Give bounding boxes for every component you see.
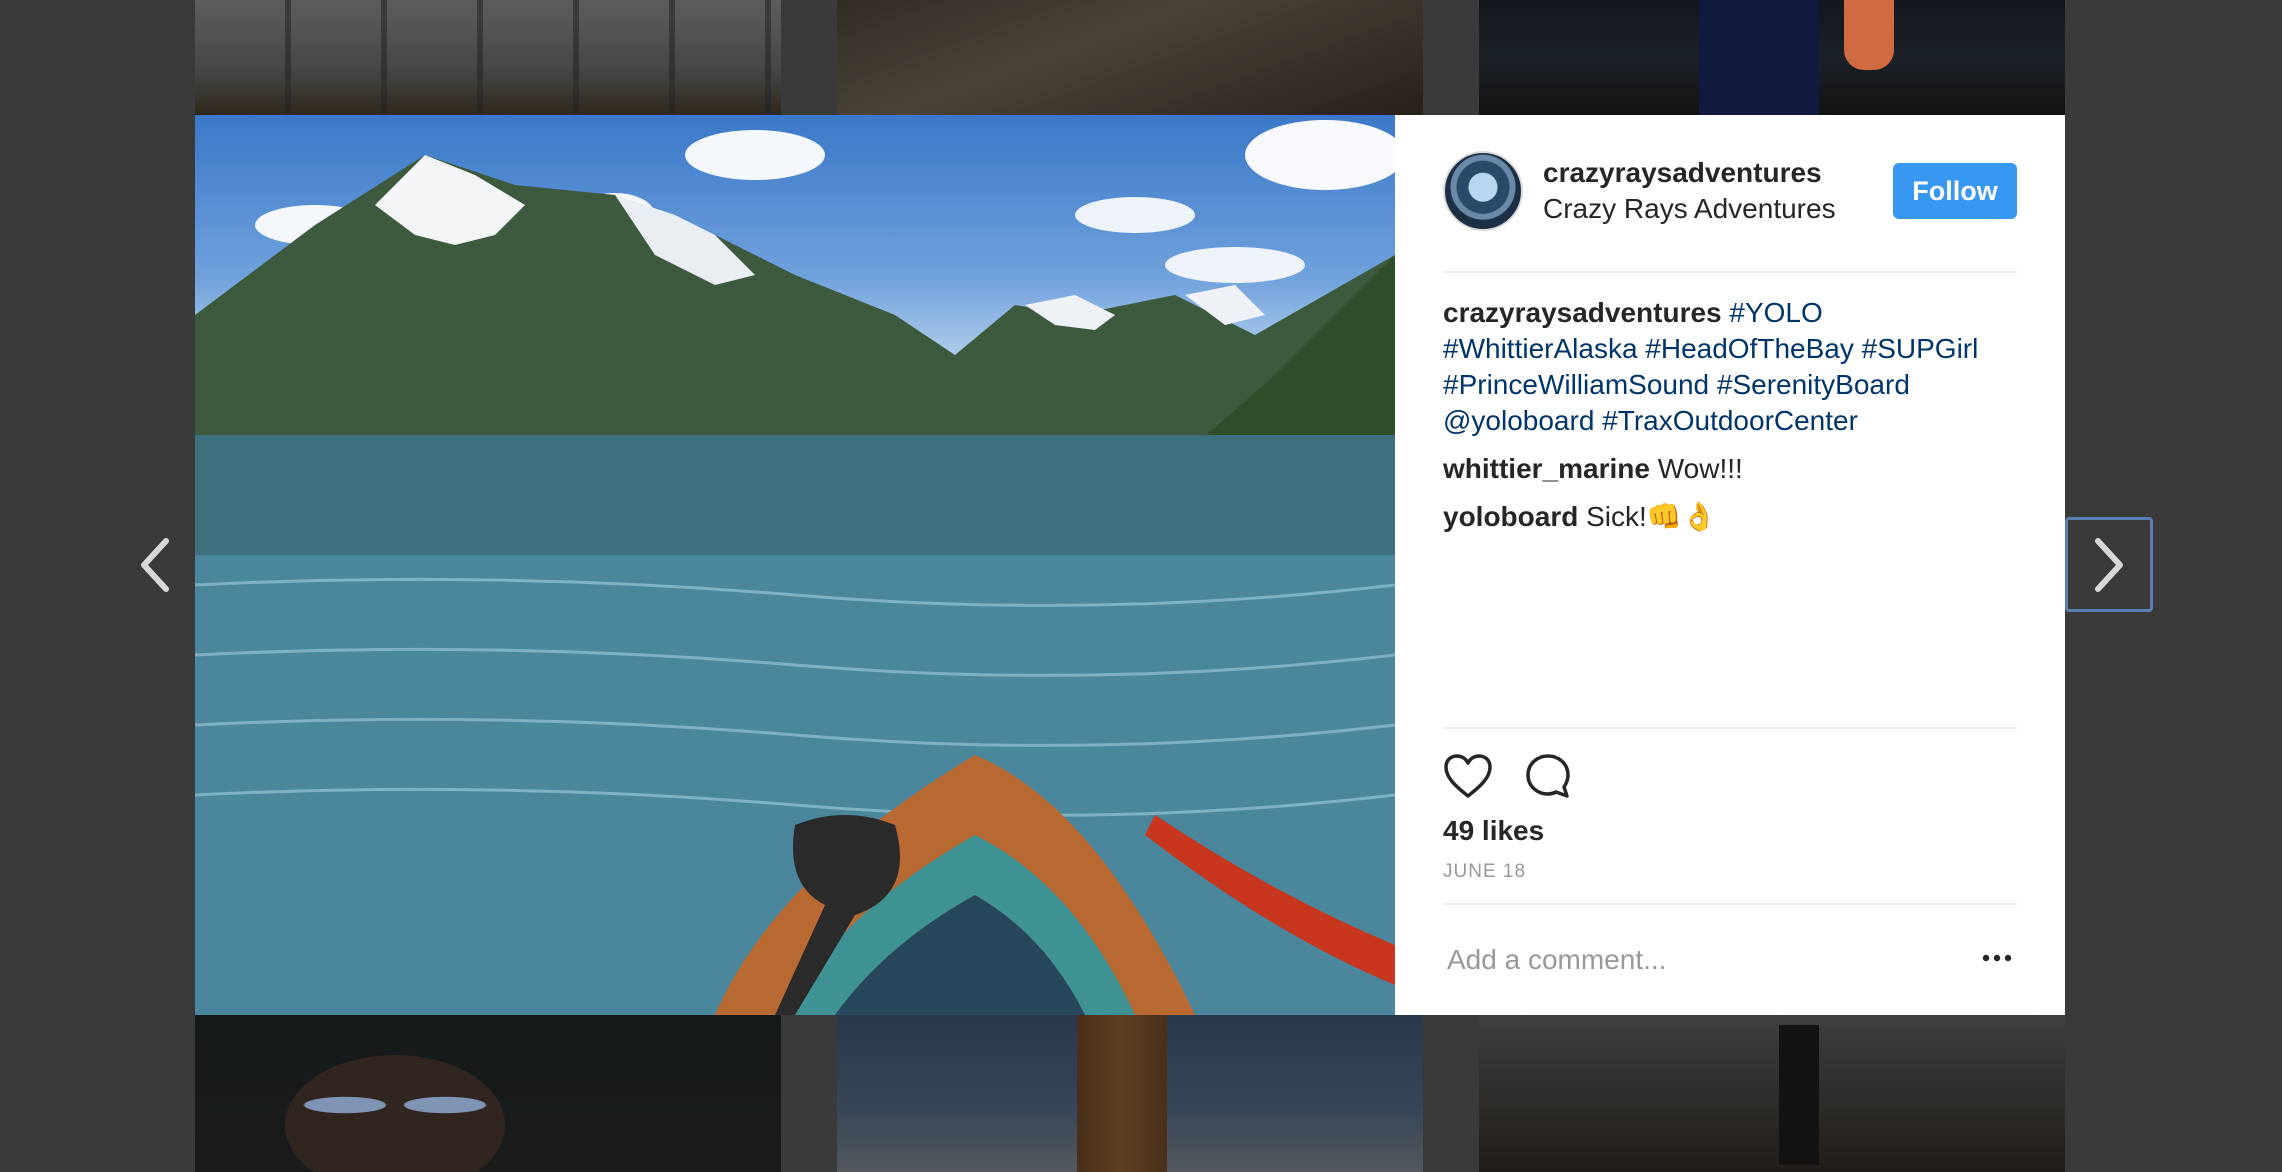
post-username[interactable]: crazyraysadventures [1543,157,1822,189]
comment-composer [1443,903,2017,1017]
hashtag-link[interactable]: #TraxOutdoorCenter [1602,405,1858,436]
post-full-name: Crazy Rays Adventures [1543,193,1836,224]
previous-post-button[interactable] [130,530,180,600]
add-comment-input[interactable] [1443,931,1969,989]
hashtag-link[interactable]: #PrinceWilliamSound [1443,369,1709,400]
comment-button[interactable] [1523,751,1573,801]
comment-text: Sick!👊👌 [1586,501,1717,532]
post-modal: crazyraysadventures Crazy Rays Adventure… [195,115,2065,1015]
comment-username[interactable]: whittier_marine [1443,453,1650,484]
post-actions: 49 likes JUNE 18 [1443,727,2017,883]
post-sidebar: crazyraysadventures Crazy Rays Adventure… [1395,115,2065,1015]
background-thumbnail [195,1015,781,1172]
mention-link[interactable]: @yoloboard [1443,405,1594,436]
comment-list: crazyraysadventures #YOLO #WhittierAlask… [1443,295,2017,547]
hashtag-link[interactable]: #HeadOfTheBay [1645,333,1854,364]
background-thumbnail [1479,1015,2065,1172]
post-photo [195,115,1395,1015]
action-icons [1443,729,2017,801]
hashtag-link[interactable]: #WhittierAlaska [1443,333,1638,364]
avatar[interactable] [1443,151,1523,231]
like-button[interactable] [1443,751,1493,801]
more-options-icon [1982,954,2012,962]
comment-item: whittier_marine Wow!!! [1443,451,2017,487]
post-date[interactable]: JUNE 18 [1443,861,2017,883]
hashtag-link[interactable]: #SUPGirl [1862,333,1979,364]
hashtag-link[interactable]: #YOLO [1729,297,1822,328]
more-options-button[interactable] [1977,943,2017,973]
photo-illustration [195,120,1395,1015]
post-header: crazyraysadventures Crazy Rays Adventure… [1443,151,2017,273]
next-post-button[interactable] [2065,517,2153,612]
comment-text: Wow!!! [1657,453,1743,484]
hashtag-link[interactable]: #SerenityBoard [1717,369,1910,400]
chevron-left-icon [141,538,169,592]
comment-username[interactable]: yoloboard [1443,501,1578,532]
chevron-right-icon [2095,537,2123,592]
comment-icon [1526,754,1570,798]
background-thumbnail [837,1015,1423,1172]
follow-button[interactable]: Follow [1893,163,2017,219]
heart-icon [1444,754,1492,798]
caption: crazyraysadventures #YOLO #WhittierAlask… [1443,295,2017,439]
comment-username[interactable]: crazyraysadventures [1443,297,1722,328]
comment-item: yoloboard Sick!👊👌 [1443,499,2017,535]
background-thumbnail [837,0,1423,115]
background-thumbnail [1479,0,2065,115]
like-count[interactable]: 49 likes [1443,815,2017,847]
background-thumbnail [195,0,781,115]
